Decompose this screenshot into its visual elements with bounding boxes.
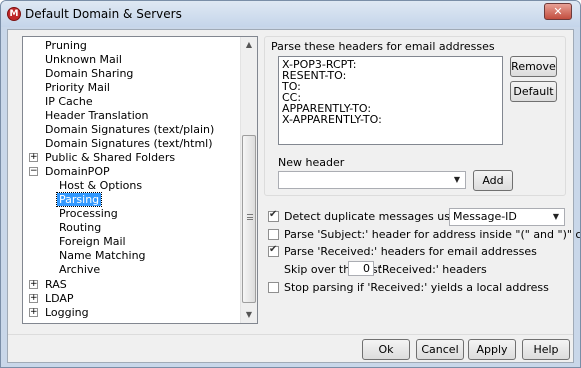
tree-item-archive[interactable]: Archive <box>57 263 102 276</box>
dialog-client-area: Pruning Unknown Mail Domain Sharing Prio… <box>7 29 580 363</box>
tree-item-ldap[interactable]: LDAP <box>43 292 76 305</box>
tree-item-label: IP Cache <box>45 95 93 108</box>
title-bar[interactable]: M Default Domain & Servers ✕ <box>1 1 580 27</box>
tree-item-ip-cache[interactable]: IP Cache <box>43 95 95 108</box>
tree-item-domain-signatures-plain[interactable]: Domain Signatures (text/plain) <box>43 123 216 136</box>
tree-item-foreign-mail[interactable]: Foreign Mail <box>57 235 128 248</box>
tree-item-label: Processing <box>59 207 118 220</box>
window-title: Default Domain & Servers <box>25 7 182 21</box>
tree-item-label: LDAP <box>45 292 74 305</box>
default-button[interactable]: Default <box>510 81 557 102</box>
collapse-icon[interactable]: − <box>29 167 38 176</box>
settings-tree[interactable]: Pruning Unknown Mail Domain Sharing Prio… <box>22 36 258 324</box>
tree-item-label: Archive <box>59 263 101 276</box>
chevron-down-icon[interactable]: ▼ <box>548 209 564 225</box>
scroll-up-icon[interactable]: ▲ <box>241 37 257 53</box>
parse-subject-checkbox[interactable] <box>268 229 279 240</box>
tree-item-pruning[interactable]: Pruning <box>43 39 89 52</box>
detect-duplicate-checkbox[interactable] <box>268 209 279 222</box>
dialog-window: M Default Domain & Servers ✕ Pruning Unk… <box>0 0 581 368</box>
tree-item-priority-mail[interactable]: Priority Mail <box>43 81 112 94</box>
tree-item-public-shared-folders[interactable]: Public & Shared Folders <box>43 151 177 164</box>
tree-item-label: Pruning <box>45 39 87 52</box>
stop-parsing-checkbox[interactable] <box>268 282 279 293</box>
scroll-down-icon[interactable]: ▼ <box>241 307 257 323</box>
stop-parsing-label: Stop parsing if 'Received:' yields a loc… <box>284 281 549 294</box>
parse-subject-label: Parse 'Subject:' header for address insi… <box>284 228 581 241</box>
tree-item-label: Unknown Mail <box>45 53 122 66</box>
tree-item-label: Routing <box>59 221 102 234</box>
new-header-label: New header <box>278 156 345 169</box>
tree-item-logging[interactable]: Logging <box>43 306 91 319</box>
headers-listbox[interactable]: X-POP3-RCPT: RESENT-TO: TO: CC: APPARENT… <box>278 56 503 145</box>
tree-item-name-matching[interactable]: Name Matching <box>57 249 148 262</box>
tree-item-label: Foreign Mail <box>59 235 126 248</box>
new-header-combo[interactable]: ▼ <box>278 171 466 189</box>
expand-icon[interactable]: + <box>29 153 38 162</box>
tree-item-label: Priority Mail <box>45 81 110 94</box>
tree-item-label: Name Matching <box>59 249 146 262</box>
tree-item-label: RAS <box>45 278 67 291</box>
app-icon: M <box>7 7 21 21</box>
remove-button[interactable]: Remove <box>510 56 557 77</box>
duplicate-header-value: Message-ID <box>453 210 517 223</box>
grip-icon <box>247 214 253 220</box>
parse-received-label: Parse 'Received:' headers for email addr… <box>284 245 537 258</box>
close-button[interactable]: ✕ <box>544 3 572 20</box>
tree-item-host-options[interactable]: Host & Options <box>57 179 144 192</box>
skip-count-input[interactable]: 0 <box>348 261 374 276</box>
help-button[interactable]: Help <box>522 339 570 360</box>
apply-button[interactable]: Apply <box>468 339 516 360</box>
ok-button[interactable]: Ok <box>362 339 410 360</box>
scrollbar-thumb[interactable] <box>242 135 256 303</box>
tree-item-processing[interactable]: Processing <box>57 207 120 220</box>
tree-item-domainpop[interactable]: DomainPOP <box>43 165 112 178</box>
tree-item-unknown-mail[interactable]: Unknown Mail <box>43 53 124 66</box>
expand-icon[interactable]: + <box>29 308 38 317</box>
list-item[interactable]: RESENT-TO: <box>282 70 499 81</box>
duplicate-header-select[interactable]: Message-ID ▼ <box>449 208 565 226</box>
tree-item-header-translation[interactable]: Header Translation <box>43 109 151 122</box>
skip-suffix-label: 'Received:' headers <box>379 263 487 276</box>
parse-headers-group: Parse these headers for email addresses … <box>264 36 566 196</box>
parse-headers-label: Parse these headers for email addresses <box>271 40 495 53</box>
tree-item-routing[interactable]: Routing <box>57 221 103 234</box>
expand-icon[interactable]: + <box>29 294 38 303</box>
tree-item-label: Public & Shared Folders <box>45 151 176 164</box>
parse-received-checkbox[interactable] <box>268 244 279 257</box>
tree-item-domain-sharing[interactable]: Domain Sharing <box>43 67 135 80</box>
tree-item-label: Host & Options <box>59 179 143 192</box>
tree-item-label: Logging <box>45 306 89 319</box>
tree-item-ras[interactable]: RAS <box>43 278 69 291</box>
chevron-down-icon[interactable]: ▼ <box>449 172 465 188</box>
divider <box>8 334 573 335</box>
tree-item-label: Domain Signatures (text/plain) <box>45 123 215 136</box>
list-item[interactable]: X-APPARENTLY-TO: <box>282 114 499 125</box>
tree-item-label: Header Translation <box>45 109 149 122</box>
tree-item-domain-signatures-html[interactable]: Domain Signatures (text/html) <box>43 137 215 150</box>
list-item[interactable]: TO: <box>282 81 499 92</box>
expand-icon[interactable]: + <box>29 280 38 289</box>
tree-scrollbar[interactable]: ▲ ▼ <box>240 37 257 323</box>
add-button[interactable]: Add <box>473 170 513 191</box>
tree-item-label: DomainPOP <box>45 165 110 178</box>
tree-item-parsing[interactable]: Parsing <box>55 192 103 207</box>
tree-item-label: Domain Sharing <box>45 67 134 80</box>
cancel-button[interactable]: Cancel <box>416 339 464 360</box>
tree-item-label: Parsing <box>55 192 103 207</box>
tree-item-label: Domain Signatures (text/html) <box>45 137 213 150</box>
